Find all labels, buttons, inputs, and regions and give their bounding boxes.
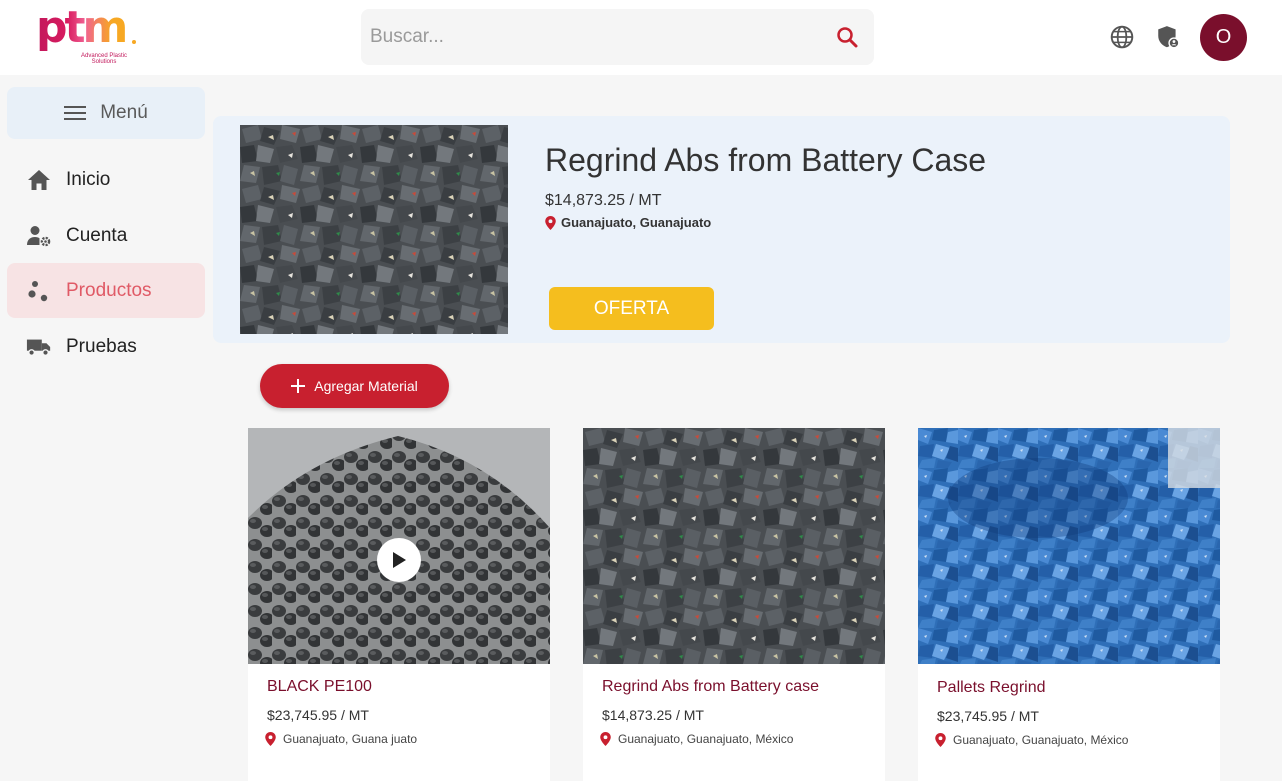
location-pin-icon bbox=[600, 732, 611, 746]
top-header: ptm Advanced Plastic Solutions O bbox=[0, 0, 1282, 75]
play-video-button[interactable] bbox=[377, 538, 421, 582]
product-card[interactable]: Pallets Regrind $23,745.95 / MT Guanajua… bbox=[918, 428, 1220, 781]
location-text: Guanajuato, Guanajuato, México bbox=[618, 732, 794, 746]
ptm-logo[interactable]: ptm Advanced Plastic Solutions bbox=[36, 2, 146, 68]
sidebar-item-label: Inicio bbox=[66, 168, 111, 190]
location-text: Guanajuato, Guanajuato bbox=[561, 215, 712, 230]
featured-product-title: Regrind Abs from Battery Case bbox=[545, 142, 987, 178]
product-name[interactable]: Regrind Abs from Battery case bbox=[602, 678, 819, 696]
language-button[interactable] bbox=[1108, 23, 1136, 51]
add-material-label: Agregar Material bbox=[314, 378, 418, 394]
search-icon bbox=[835, 25, 859, 49]
logo-dot bbox=[132, 40, 136, 44]
featured-product-location: Guanajuato, Guanajuato bbox=[545, 215, 711, 230]
scatter-dots-icon bbox=[26, 278, 52, 304]
play-icon bbox=[391, 551, 407, 569]
search-bar bbox=[361, 9, 874, 65]
menu-toggle-button[interactable]: Menú bbox=[7, 87, 205, 139]
product-image bbox=[918, 428, 1220, 664]
search-button[interactable] bbox=[824, 14, 870, 60]
add-material-button[interactable]: Agregar Material bbox=[260, 364, 449, 408]
user-gear-icon bbox=[26, 223, 52, 249]
shield-user-icon bbox=[1155, 24, 1181, 50]
sidebar-item-cuenta[interactable]: Cuenta bbox=[7, 208, 205, 263]
product-price: $23,745.95 / MT bbox=[267, 707, 369, 723]
sidebar-item-label: Cuenta bbox=[66, 224, 128, 246]
globe-icon bbox=[1109, 24, 1135, 50]
sidebar-item-productos[interactable]: Productos bbox=[7, 263, 205, 318]
truck-icon bbox=[26, 334, 52, 360]
featured-product-banner: Regrind Abs from Battery Case $14,873.25… bbox=[213, 116, 1230, 343]
product-image bbox=[583, 428, 885, 664]
admin-button[interactable] bbox=[1154, 23, 1182, 51]
product-card[interactable]: Regrind Abs from Battery case $14,873.25… bbox=[583, 428, 885, 781]
home-icon bbox=[26, 167, 52, 193]
logo-tagline: Advanced Plastic Solutions bbox=[80, 53, 128, 65]
product-location: Guanajuato, Guana juato bbox=[265, 732, 417, 746]
sidebar-item-inicio[interactable]: Inicio bbox=[7, 152, 205, 207]
featured-product-image[interactable] bbox=[240, 125, 508, 334]
sidebar-item-label: Pruebas bbox=[66, 335, 137, 357]
location-text: Guanajuato, Guana juato bbox=[283, 732, 418, 746]
product-price: $14,873.25 / MT bbox=[602, 707, 704, 723]
product-location: Guanajuato, Guanajuato, México bbox=[935, 733, 1128, 747]
user-avatar[interactable]: O bbox=[1200, 14, 1247, 61]
product-price: $23,745.95 / MT bbox=[937, 708, 1039, 724]
menu-label: Menú bbox=[100, 102, 148, 123]
featured-product-price: $14,873.25 / MT bbox=[545, 192, 662, 209]
plus-icon bbox=[291, 379, 306, 393]
oferta-button[interactable]: OFERTA bbox=[549, 287, 714, 330]
sidebar-item-pruebas[interactable]: Pruebas bbox=[7, 319, 205, 374]
location-text: Guanajuato, Guanajuato, México bbox=[953, 733, 1129, 747]
product-location: Guanajuato, Guanajuato, México bbox=[600, 732, 793, 746]
logo-wordmark: ptm bbox=[36, 2, 128, 53]
product-card[interactable]: BLACK PE100 $23,745.95 / MT Guanajuato, … bbox=[248, 428, 550, 781]
product-name[interactable]: BLACK PE100 bbox=[267, 678, 372, 696]
location-pin-icon bbox=[935, 733, 946, 747]
location-pin-icon bbox=[545, 215, 556, 230]
product-name[interactable]: Pallets Regrind bbox=[937, 679, 1046, 697]
hamburger-icon bbox=[64, 104, 87, 122]
sidebar-item-label: Productos bbox=[66, 279, 152, 301]
location-pin-icon bbox=[265, 732, 276, 746]
search-input[interactable] bbox=[361, 9, 824, 65]
